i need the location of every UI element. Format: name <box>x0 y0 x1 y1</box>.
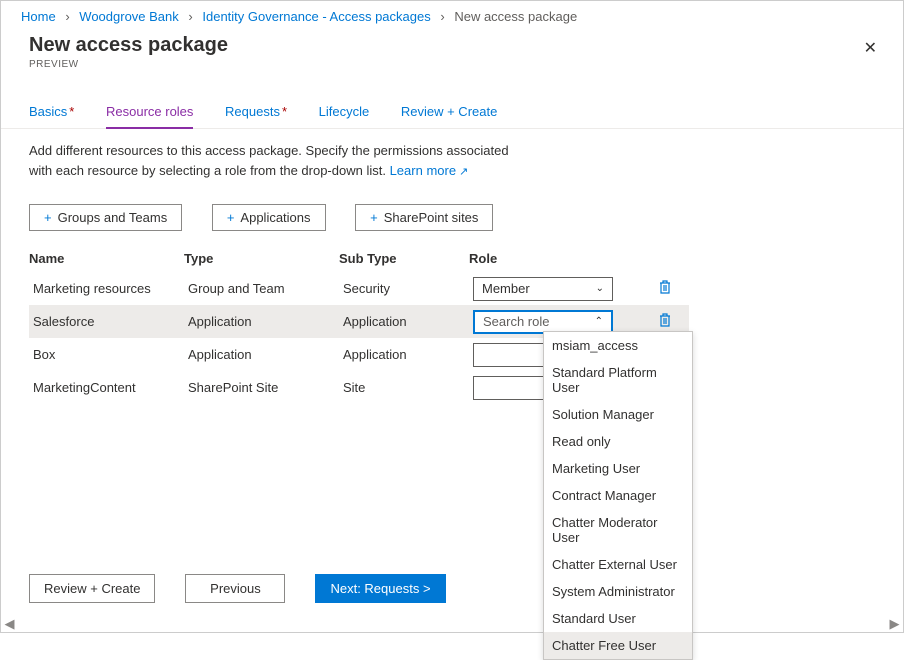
button-label: Groups and Teams <box>58 210 168 225</box>
dropdown-option[interactable]: Solution Manager <box>544 401 692 428</box>
chevron-right-icon: › <box>65 9 69 24</box>
required-icon: * <box>282 104 287 119</box>
dropdown-option[interactable]: msiam_access <box>544 332 692 359</box>
cell-type: Application <box>188 347 343 362</box>
next-button[interactable]: Next: Requests > <box>315 574 445 603</box>
cell-subtype: Security <box>343 281 473 296</box>
tab-bar: Basics* Resource roles Requests* Lifecyc… <box>1 98 903 129</box>
tab-basics[interactable]: Basics* <box>29 98 74 127</box>
previous-button[interactable]: Previous <box>185 574 285 603</box>
role-select-value: Member <box>482 281 530 296</box>
button-label: SharePoint sites <box>384 210 479 225</box>
breadcrumb-link-tenant[interactable]: Woodgrove Bank <box>79 9 179 24</box>
dropdown-option[interactable]: Chatter External User <box>544 551 692 578</box>
tab-label: Review + Create <box>401 104 497 119</box>
cell-name: MarketingContent <box>33 380 188 395</box>
add-groups-button[interactable]: + Groups and Teams <box>29 204 182 231</box>
tab-review-create[interactable]: Review + Create <box>401 98 497 127</box>
add-sharepoint-button[interactable]: + SharePoint sites <box>355 204 493 231</box>
chevron-up-icon: ⌃ <box>595 316 603 327</box>
chevron-right-icon: ▶ <box>890 616 900 632</box>
plus-icon: + <box>227 210 235 225</box>
breadcrumb: Home › Woodgrove Bank › Identity Governa… <box>1 1 903 30</box>
breadcrumb-current: New access package <box>454 9 577 24</box>
dropdown-option[interactable]: Chatter Moderator User <box>544 509 692 551</box>
role-dropdown[interactable]: msiam_access Standard Platform User Solu… <box>543 331 693 660</box>
dropdown-option[interactable]: Marketing User <box>544 455 692 482</box>
cell-type: Application <box>188 314 343 329</box>
tab-label: Resource roles <box>106 104 193 119</box>
breadcrumb-link-governance[interactable]: Identity Governance - Access packages <box>202 9 430 24</box>
intro-text: Add different resources to this access p… <box>1 129 561 182</box>
chevron-right-icon: › <box>440 9 444 24</box>
col-role: Role <box>469 251 644 266</box>
tab-label: Lifecycle <box>319 104 370 119</box>
delete-button[interactable] <box>648 312 688 332</box>
tab-resource-roles[interactable]: Resource roles <box>106 98 193 129</box>
dropdown-option[interactable]: System Administrator <box>544 578 692 605</box>
dropdown-option[interactable]: Chatter Free User <box>544 632 692 659</box>
col-type: Type <box>184 251 339 266</box>
chevron-left-icon: ◀ <box>5 616 15 632</box>
review-create-button[interactable]: Review + Create <box>29 574 155 603</box>
plus-icon: + <box>370 210 378 225</box>
col-subtype: Sub Type <box>339 251 469 266</box>
dropdown-option[interactable]: Read only <box>544 428 692 455</box>
cell-name: Box <box>33 347 188 362</box>
trash-icon <box>658 312 672 328</box>
dropdown-option[interactable]: Contract Manager <box>544 482 692 509</box>
close-icon: ✕ <box>864 40 877 57</box>
cell-subtype: Application <box>343 314 473 329</box>
cell-name: Salesforce <box>33 314 188 329</box>
dropdown-option[interactable]: Standard User <box>544 605 692 632</box>
tab-requests[interactable]: Requests* <box>225 98 287 127</box>
tab-lifecycle[interactable]: Lifecycle <box>319 98 370 127</box>
cell-subtype: Application <box>343 347 473 362</box>
breadcrumb-link-home[interactable]: Home <box>21 9 56 24</box>
role-select[interactable]: Search role ⌃ <box>473 310 613 334</box>
trash-icon <box>658 279 672 295</box>
preview-label: PREVIEW <box>29 59 228 70</box>
scrollbar-left-arrow[interactable]: ◀ <box>2 617 17 631</box>
learn-more-link[interactable]: Learn more↗ <box>390 163 469 178</box>
role-select-placeholder: Search role <box>483 314 549 329</box>
scrollbar-right-arrow[interactable]: ▶ <box>887 617 902 631</box>
cell-name: Marketing resources <box>33 281 188 296</box>
close-button[interactable]: ✕ <box>858 34 883 62</box>
role-select[interactable]: Member ⌄ <box>473 277 613 301</box>
button-label: Applications <box>240 210 310 225</box>
tab-label: Requests <box>225 104 280 119</box>
cell-subtype: Site <box>343 380 473 395</box>
dropdown-option[interactable]: Standard Platform User <box>544 359 692 401</box>
external-link-icon: ↗ <box>459 166 468 178</box>
chevron-down-icon: ⌄ <box>596 283 604 294</box>
table-row: Marketing resources Group and Team Secur… <box>29 272 689 305</box>
add-applications-button[interactable]: + Applications <box>212 204 326 231</box>
required-icon: * <box>69 104 74 119</box>
page-title: New access package <box>29 34 228 57</box>
cell-type: SharePoint Site <box>188 380 343 395</box>
tab-label: Basics <box>29 104 67 119</box>
delete-button[interactable] <box>648 279 688 299</box>
chevron-right-icon: › <box>188 9 192 24</box>
plus-icon: + <box>44 210 52 225</box>
cell-type: Group and Team <box>188 281 343 296</box>
col-name: Name <box>29 251 184 266</box>
